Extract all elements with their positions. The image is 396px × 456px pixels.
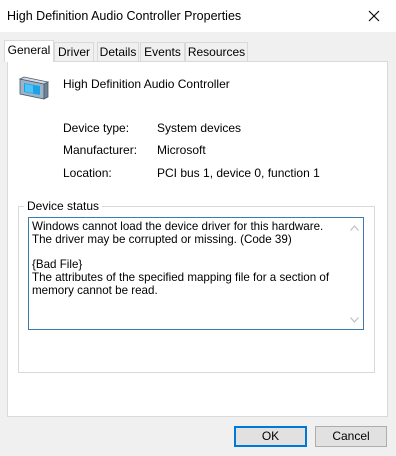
ok-button[interactable]: OK bbox=[234, 426, 307, 447]
device-name: High Definition Audio Controller bbox=[63, 77, 230, 91]
audio-controller-icon bbox=[18, 75, 50, 104]
scroll-up-button[interactable] bbox=[349, 224, 359, 232]
device-status-text: Windows cannot load the device driver fo… bbox=[32, 220, 330, 297]
device-type-label: Device type: bbox=[63, 121, 130, 135]
status-scrollbar[interactable] bbox=[346, 218, 363, 329]
device-type-value: System devices bbox=[157, 121, 242, 135]
chevron-down-icon bbox=[349, 317, 359, 323]
window-title: High Definition Audio Controller Propert… bbox=[7, 9, 242, 23]
manufacturer-label: Manufacturer: bbox=[63, 143, 138, 157]
tab-events[interactable]: Events bbox=[140, 42, 185, 61]
tab-general[interactable]: General bbox=[4, 40, 54, 62]
manufacturer-value: Microsoft bbox=[157, 143, 206, 157]
tab-driver[interactable]: Driver bbox=[54, 42, 94, 61]
chevron-up-icon bbox=[349, 225, 359, 231]
close-icon bbox=[368, 10, 380, 22]
location-value: PCI bus 1, device 0, function 1 bbox=[157, 166, 320, 180]
title-bar: High Definition Audio Controller Propert… bbox=[0, 0, 396, 32]
scroll-down-button[interactable] bbox=[349, 316, 359, 324]
close-button[interactable] bbox=[352, 0, 396, 32]
tab-details[interactable]: Details bbox=[97, 42, 139, 61]
location-label: Location: bbox=[63, 166, 112, 180]
cancel-button[interactable]: Cancel bbox=[315, 426, 387, 447]
device-status-textbox[interactable]: Windows cannot load the device driver fo… bbox=[28, 217, 364, 330]
tab-resources[interactable]: Resources bbox=[185, 42, 248, 61]
device-status-legend: Device status bbox=[24, 199, 103, 213]
